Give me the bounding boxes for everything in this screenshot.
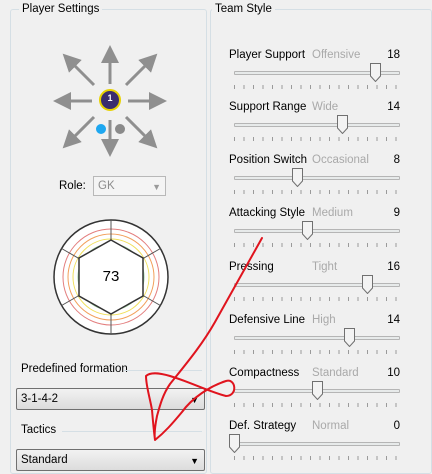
slider-descriptor: Wide <box>312 101 339 113</box>
slider-thumb[interactable] <box>361 275 373 294</box>
slider-track[interactable] <box>234 229 400 233</box>
formation-value: 3-1-4-2 <box>21 393 59 405</box>
slider-value: 18 <box>387 49 400 61</box>
direction-pad[interactable]: 1 <box>0 0 210 160</box>
slider-label: Def. Strategy <box>229 420 297 432</box>
slider-track[interactable] <box>234 176 400 180</box>
slider-value: 14 <box>387 314 400 326</box>
arrow-down-left-icon <box>62 115 96 149</box>
slider-ticks <box>234 243 400 247</box>
slider-label: Pressing <box>229 261 274 273</box>
arrow-down-right-icon <box>124 115 158 149</box>
slider-value: 0 <box>393 420 400 432</box>
slider-label: Support Range <box>229 101 307 113</box>
slider-label: Player Support <box>229 49 306 61</box>
slider-track[interactable] <box>234 283 400 287</box>
slider-attacking-style: Attacking Style Medium 9 <box>226 207 408 255</box>
slider-position-switch: Position Switch Occasional 8 <box>226 154 408 202</box>
formation-separator <box>124 370 202 371</box>
position-dot-gray <box>115 124 125 134</box>
slider-thumb[interactable] <box>229 434 240 453</box>
slider-ticks <box>234 297 400 301</box>
slider-value: 14 <box>387 101 400 113</box>
slider-descriptor: Medium <box>312 207 353 219</box>
rating-radar: 73 <box>52 218 170 336</box>
slider-track[interactable] <box>234 442 400 446</box>
slider-label: Attacking Style <box>229 207 306 219</box>
slider-descriptor: Standard <box>312 367 359 379</box>
role-label: Role: <box>59 180 86 192</box>
slider-thumb[interactable] <box>370 63 382 82</box>
slider-support-range: Support Range Wide 14 <box>226 101 408 149</box>
rating-value: 73 <box>102 268 120 285</box>
slider-thumb[interactable] <box>312 381 323 400</box>
predefined-formation-label: Predefined formation <box>21 363 128 375</box>
slider-thumb[interactable] <box>343 328 355 347</box>
slider-value: 16 <box>387 261 400 273</box>
slider-label: Compactness <box>229 367 300 379</box>
player-marker-number: 1 <box>107 93 113 103</box>
tactics-separator <box>62 431 202 432</box>
slider-thumb[interactable] <box>292 168 304 187</box>
slider-ticks <box>234 137 400 141</box>
role-select: GK ▼ <box>93 176 166 196</box>
position-dot-blue <box>96 124 106 134</box>
chevron-down-icon: ▼ <box>190 395 199 405</box>
chevron-down-icon: ▼ <box>190 456 199 466</box>
chevron-down-icon: ▼ <box>152 182 161 192</box>
tactics-value: Standard <box>21 454 68 466</box>
team-style-title: Team Style <box>212 2 275 16</box>
tactics-select[interactable]: Standard ▼ <box>16 449 205 471</box>
slider-descriptor: Normal <box>312 420 350 432</box>
arrow-up-right-icon <box>124 53 158 87</box>
slider-compactness: Compactness Standard 10 <box>226 367 408 415</box>
slider-defensive-line: Defensive Line High 14 <box>226 314 408 362</box>
tactics-label: Tactics <box>21 424 57 436</box>
role-value: GK <box>98 180 115 192</box>
slider-pressing: Pressing Tight 16 <box>226 261 408 309</box>
slider-ticks <box>234 456 400 460</box>
slider-value: 8 <box>393 154 400 166</box>
slider-label: Position Switch <box>229 154 307 166</box>
slider-thumb[interactable] <box>336 115 348 134</box>
slider-def-strategy: Def. Strategy Normal 0 <box>226 420 408 468</box>
slider-player-support: Player Support Offensive 18 <box>226 49 408 97</box>
arrow-up-left-icon <box>62 53 96 87</box>
slider-track[interactable] <box>234 123 400 127</box>
slider-descriptor: Occasional <box>312 154 369 166</box>
slider-ticks <box>234 190 400 194</box>
slider-thumb[interactable] <box>302 221 314 240</box>
slider-ticks <box>234 85 400 89</box>
slider-descriptor: Tight <box>312 261 338 273</box>
slider-track[interactable] <box>234 336 400 340</box>
slider-descriptor: High <box>312 314 336 326</box>
formation-select[interactable]: 3-1-4-2 ▼ <box>16 388 205 410</box>
slider-ticks <box>234 350 400 354</box>
slider-label: Defensive Line <box>229 314 306 326</box>
slider-value: 9 <box>393 207 400 219</box>
slider-descriptor: Offensive <box>312 49 361 61</box>
slider-value: 10 <box>387 367 400 379</box>
slider-ticks <box>234 403 400 407</box>
